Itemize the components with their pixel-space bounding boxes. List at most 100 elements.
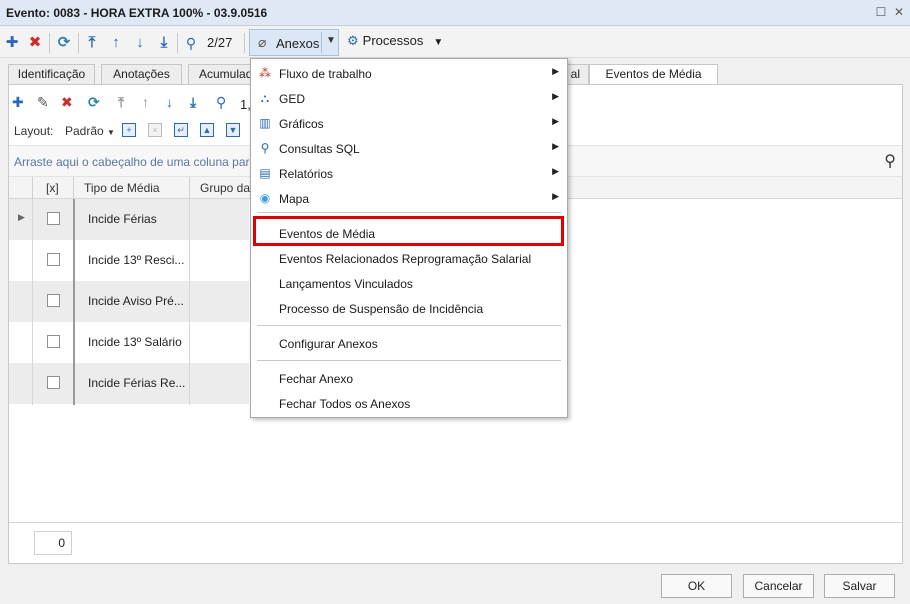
column-divider xyxy=(73,199,75,405)
processos-label: Processos xyxy=(362,33,424,48)
menu-item-eventos-relacionados[interactable]: Eventos Relacionados Reprogramação Salar… xyxy=(251,246,567,271)
layout-remove-icon[interactable]: × xyxy=(148,123,162,137)
toolbar-separator xyxy=(49,33,50,53)
layout-select[interactable]: Padrão ▼ xyxy=(65,124,115,138)
table-row[interactable]: ▶ Incide Férias xyxy=(9,199,249,240)
toolbar-separator xyxy=(177,33,178,53)
record-count-field: 0 xyxy=(34,531,72,555)
next-record-icon[interactable]: ↓ xyxy=(132,33,148,53)
menu-item-graficos[interactable]: ▥ Gráficos ▶ xyxy=(251,111,567,136)
menu-item-label: Processo de Suspensão de Incidência xyxy=(279,302,484,316)
search-icon[interactable]: ⚲ xyxy=(884,151,896,171)
chevron-right-icon: ▶ xyxy=(552,141,559,151)
ok-button[interactable]: OK xyxy=(661,574,732,598)
row-checkbox[interactable] xyxy=(47,294,60,307)
ged-icon: ⛬ xyxy=(260,91,270,105)
column-divider xyxy=(32,177,33,199)
previous-record-icon[interactable]: ↑ xyxy=(108,33,124,53)
record-counter: 2/27 xyxy=(207,35,233,50)
cancel-button[interactable]: Cancelar xyxy=(743,574,814,598)
menu-item-configurar-anexos[interactable]: Configurar Anexos xyxy=(251,331,567,356)
chevron-down-icon: ▼ xyxy=(433,37,444,48)
row-tipo: Incide Férias xyxy=(88,212,157,226)
menu-item-label: Relatórios xyxy=(279,167,334,181)
anexos-label: Anexos xyxy=(276,36,320,51)
layout-label: Layout: xyxy=(14,124,54,138)
menu-item-label: Configurar Anexos xyxy=(279,337,378,351)
menu-item-relatorios[interactable]: ▤ Relatórios ▶ xyxy=(251,161,567,186)
menu-item-label: Fechar Todos os Anexos xyxy=(279,397,411,411)
layout-save-icon[interactable]: ↵ xyxy=(174,123,188,137)
column-divider xyxy=(73,177,74,199)
search-icon[interactable]: ⚲ xyxy=(182,33,200,53)
workflow-icon: ⁂ xyxy=(259,66,271,80)
layout-export-icon[interactable]: ▲ xyxy=(200,123,214,137)
menu-item-label: Consultas SQL xyxy=(279,142,360,156)
chart-icon: ▥ xyxy=(259,116,271,130)
layout-add-icon[interactable]: + xyxy=(122,123,136,137)
column-divider xyxy=(189,199,190,405)
menu-separator xyxy=(257,212,561,213)
layout-row: Layout: Padrão ▼ xyxy=(14,124,115,138)
toolbar-separator xyxy=(78,33,79,53)
delete-icon[interactable]: ✖ xyxy=(61,94,73,111)
row-checkbox[interactable] xyxy=(47,335,60,348)
refresh-icon[interactable]: ⟳ xyxy=(88,94,100,111)
row-checkbox[interactable] xyxy=(47,212,60,225)
menu-item-processo-suspensao[interactable]: Processo de Suspensão de Incidência xyxy=(251,296,567,321)
row-checkbox[interactable] xyxy=(47,376,60,389)
menu-separator xyxy=(257,360,561,361)
anexos-button[interactable]: ⌀ Anexos ▼ xyxy=(249,29,339,56)
close-icon[interactable]: ✕ xyxy=(892,5,906,19)
tab-identificacao[interactable]: Identificação xyxy=(8,64,95,85)
footer-divider xyxy=(9,522,902,523)
menu-item-consultas-sql[interactable]: ⚲ Consultas SQL ▶ xyxy=(251,136,567,161)
highlight-box xyxy=(253,216,564,246)
next-record-icon[interactable]: ↓ xyxy=(166,94,173,110)
column-divider xyxy=(189,177,190,199)
menu-item-lancamentos-vinculados[interactable]: Lançamentos Vinculados xyxy=(251,271,567,296)
add-icon[interactable]: ✚ xyxy=(12,94,24,111)
tab-anotacoes[interactable]: Anotações xyxy=(101,64,182,85)
menu-item-fechar-anexo[interactable]: Fechar Anexo xyxy=(251,366,567,391)
first-record-icon[interactable]: ⤒ xyxy=(118,94,124,111)
menu-item-fechar-todos[interactable]: Fechar Todos os Anexos xyxy=(251,391,567,416)
table-row[interactable]: Incide Aviso Pré... xyxy=(9,281,249,322)
column-header-select[interactable]: [x] xyxy=(46,181,59,195)
menu-item-fluxo-de-trabalho[interactable]: ⁂ Fluxo de trabalho ▶ xyxy=(251,61,567,86)
previous-record-icon[interactable]: ↑ xyxy=(142,94,149,110)
window-title: Evento: 0083 - HORA EXTRA 100% - 03.9.05… xyxy=(6,6,268,20)
chevron-right-icon: ▶ xyxy=(552,166,559,176)
save-button[interactable]: Salvar xyxy=(824,574,895,598)
first-record-icon[interactable]: ⤒ xyxy=(84,33,100,53)
paperclip-icon: ⌀ xyxy=(258,34,267,50)
search-icon[interactable]: ⚲ xyxy=(216,94,226,111)
table-row[interactable]: Incide 13º Resci... xyxy=(9,240,249,281)
column-header-tipo[interactable]: Tipo de Média xyxy=(84,181,160,195)
split-divider xyxy=(321,32,322,53)
chevron-down-icon[interactable]: ▼ xyxy=(326,35,336,46)
toolbar-separator xyxy=(244,33,245,53)
row-checkbox[interactable] xyxy=(47,253,60,266)
refresh-icon[interactable]: ⟳ xyxy=(55,33,73,53)
delete-icon[interactable]: ✖ xyxy=(27,33,43,53)
last-record-icon[interactable]: ⤓ xyxy=(156,33,172,53)
menu-item-mapa[interactable]: ◉ Mapa ▶ xyxy=(251,186,567,211)
chevron-right-icon: ▶ xyxy=(552,66,559,76)
menu-item-ged[interactable]: ⛬ GED ▶ xyxy=(251,86,567,111)
layout-import-icon[interactable]: ▼ xyxy=(226,123,240,137)
maximize-icon[interactable]: ☐ xyxy=(874,5,888,19)
table-row[interactable]: Incide 13º Salário xyxy=(9,322,249,363)
column-divider xyxy=(32,199,33,405)
table-row[interactable]: Incide Férias Re... xyxy=(9,363,249,404)
add-icon[interactable]: ✚ xyxy=(4,33,20,53)
tab-eventos-de-media[interactable]: Eventos de Média xyxy=(589,64,718,86)
last-record-icon[interactable]: ⤓ xyxy=(190,94,196,111)
processos-button[interactable]: ⚙ Processos ▼ xyxy=(347,33,443,49)
menu-item-label: Mapa xyxy=(279,192,310,206)
window-titlebar: Evento: 0083 - HORA EXTRA 100% - 03.9.05… xyxy=(0,0,910,26)
row-tipo: Incide Férias Re... xyxy=(88,376,186,390)
menu-item-label: Eventos Relacionados Reprogramação Salar… xyxy=(279,252,532,266)
edit-icon[interactable]: ✎ xyxy=(37,94,49,111)
chevron-right-icon: ▶ xyxy=(552,116,559,126)
